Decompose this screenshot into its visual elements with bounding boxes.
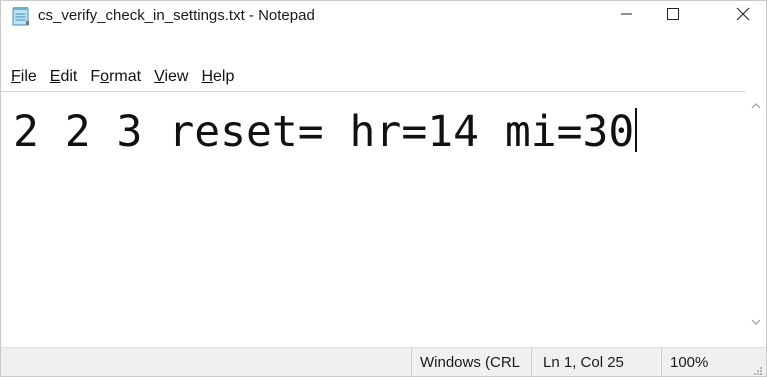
notepad-window: cs_verify_check_in_settings.txt - Notepa… (0, 0, 767, 377)
status-cursor-position: Ln 1, Col 25 (531, 348, 659, 376)
menu-view[interactable]: View (148, 68, 195, 86)
window-title: cs_verify_check_in_settings.txt - Notepa… (38, 7, 315, 24)
status-bar: Windows (CRLF) Ln 1, Col 25 100% (1, 347, 766, 376)
menu-format[interactable]: Format (84, 68, 148, 86)
menu-help[interactable]: Help (195, 68, 241, 86)
resize-grip-icon[interactable] (753, 363, 763, 375)
menu-file[interactable]: File (5, 68, 44, 86)
notepad-icon[interactable] (11, 6, 31, 26)
maximize-icon (666, 7, 680, 26)
text-caret (635, 108, 638, 152)
editor-content[interactable]: 2 2 3 reset= hr=14 mi=30 (13, 107, 634, 157)
minimize-icon (621, 7, 633, 25)
vertical-scrollbar[interactable] (746, 91, 766, 347)
minimize-button[interactable] (604, 1, 650, 31)
text-editor[interactable]: 2 2 3 reset= hr=14 mi=30 (1, 91, 746, 348)
menu-edit[interactable]: Edit (44, 68, 85, 86)
scroll-down-arrow-icon[interactable] (750, 315, 762, 327)
status-line-ending: Windows (CRLF) (411, 348, 521, 376)
title-bar[interactable]: cs_verify_check_in_settings.txt - Notepa… (1, 1, 766, 31)
close-button[interactable] (720, 1, 766, 31)
scroll-up-arrow-icon[interactable] (750, 99, 762, 111)
status-zoom: 100% (661, 348, 741, 376)
maximize-button[interactable] (650, 1, 696, 31)
close-icon (736, 7, 750, 26)
menu-bar: File Edit Format View Help (1, 65, 766, 89)
